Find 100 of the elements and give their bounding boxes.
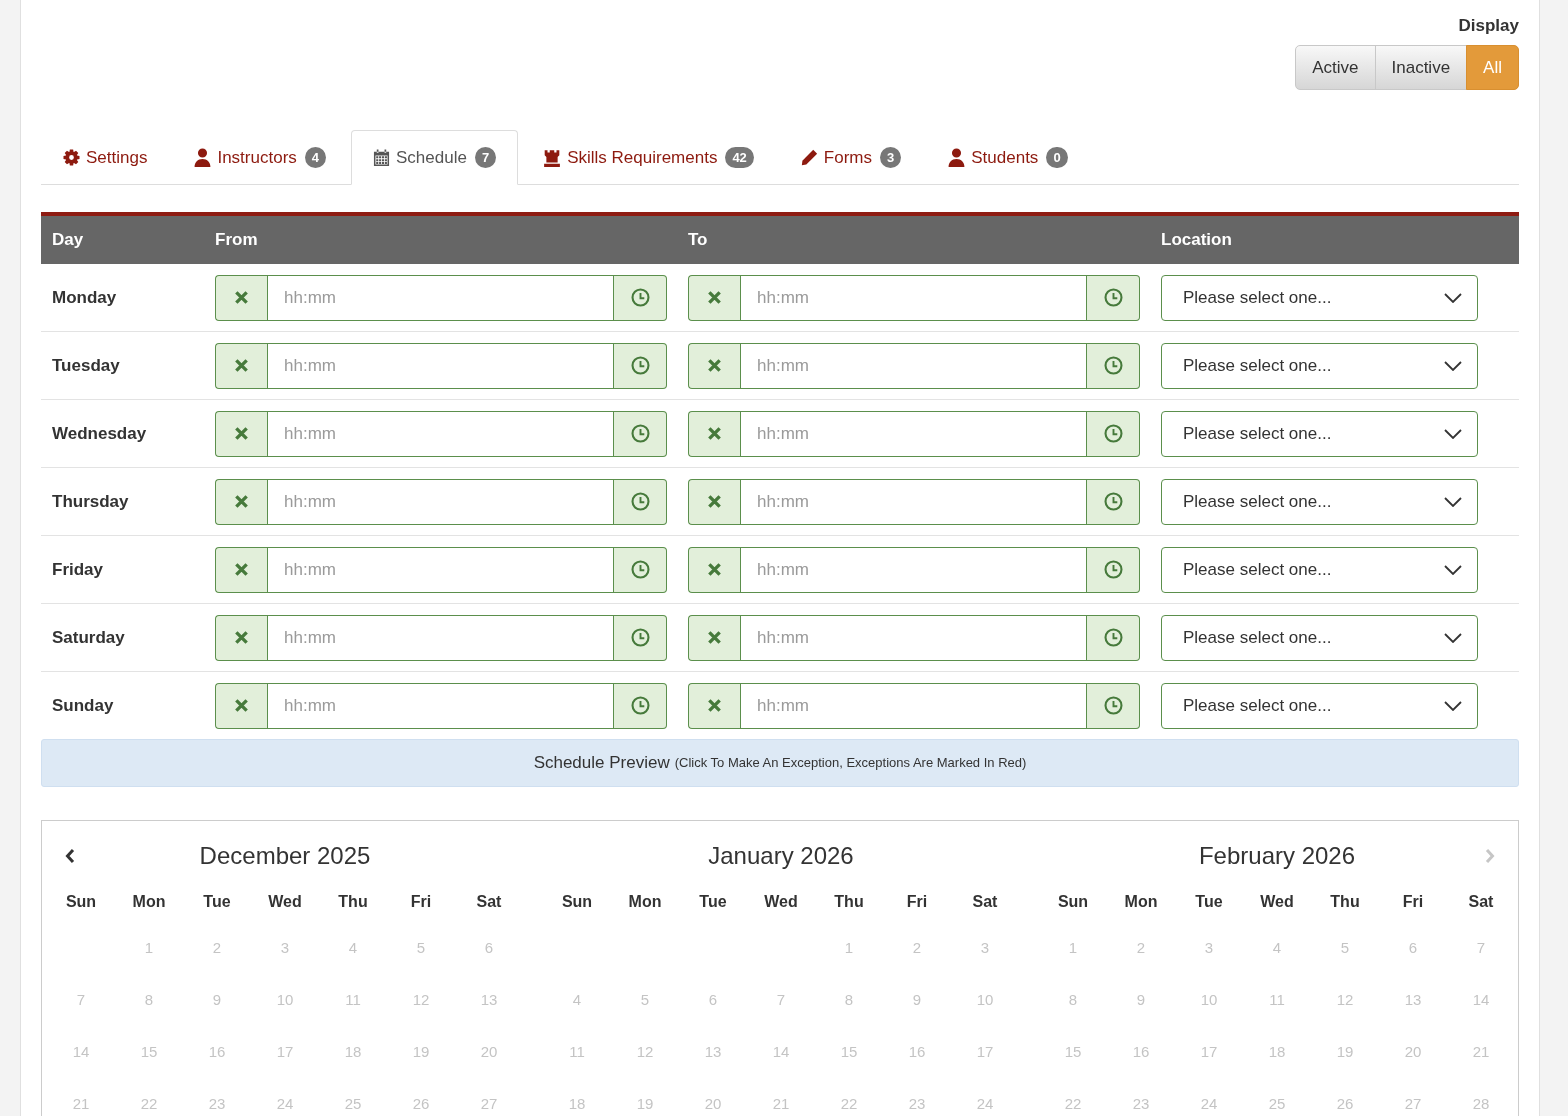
clock-button[interactable] bbox=[614, 478, 667, 525]
clock-button[interactable] bbox=[614, 342, 667, 389]
calendar-date[interactable]: 14 bbox=[72, 1040, 90, 1064]
calendar-date[interactable]: 15 bbox=[1064, 1040, 1082, 1064]
time-field[interactable]: hh:mm bbox=[267, 478, 614, 525]
time-field[interactable]: hh:mm bbox=[740, 342, 1087, 389]
calendar-date[interactable]: 8 bbox=[844, 988, 854, 1012]
clock-button[interactable] bbox=[1087, 410, 1140, 457]
calendar-date[interactable]: 13 bbox=[1404, 988, 1422, 1012]
calendar-date[interactable]: 11 bbox=[345, 988, 361, 1012]
tab[interactable]: Forms 3 bbox=[778, 130, 924, 185]
calendar-date[interactable]: 27 bbox=[480, 1092, 498, 1116]
calendar-date[interactable]: 24 bbox=[1200, 1092, 1218, 1116]
calendar-date[interactable]: 10 bbox=[276, 988, 294, 1012]
calendar-date[interactable]: 1 bbox=[144, 936, 154, 960]
time-field[interactable]: hh:mm bbox=[267, 614, 614, 661]
calendar-date[interactable]: 3 bbox=[1204, 936, 1214, 960]
time-field[interactable]: hh:mm bbox=[267, 342, 614, 389]
clear-button[interactable] bbox=[688, 478, 740, 525]
calendar-date[interactable]: 5 bbox=[416, 936, 426, 960]
previous-month-button[interactable] bbox=[63, 846, 77, 866]
clock-button[interactable] bbox=[1087, 342, 1140, 389]
calendar-date[interactable]: 15 bbox=[840, 1040, 858, 1064]
calendar-date[interactable]: 4 bbox=[348, 936, 358, 960]
calendar-date[interactable]: 21 bbox=[1472, 1040, 1490, 1064]
clear-button[interactable] bbox=[215, 274, 267, 321]
display-option[interactable]: Active bbox=[1295, 45, 1376, 90]
calendar-date[interactable]: 14 bbox=[772, 1040, 790, 1064]
calendar-date[interactable]: 20 bbox=[480, 1040, 498, 1064]
calendar-date[interactable]: 16 bbox=[208, 1040, 226, 1064]
calendar-date[interactable]: 9 bbox=[912, 988, 922, 1012]
clear-button[interactable] bbox=[688, 546, 740, 593]
time-field[interactable]: hh:mm bbox=[740, 682, 1087, 729]
time-field[interactable]: hh:mm bbox=[267, 410, 614, 457]
calendar-date[interactable]: 2 bbox=[912, 936, 922, 960]
clear-button[interactable] bbox=[215, 546, 267, 593]
time-field[interactable]: hh:mm bbox=[740, 478, 1087, 525]
calendar-date[interactable]: 16 bbox=[908, 1040, 926, 1064]
calendar-date[interactable]: 24 bbox=[976, 1092, 994, 1116]
calendar-date[interactable]: 18 bbox=[344, 1040, 362, 1064]
location-select[interactable]: Please select one... bbox=[1161, 410, 1478, 457]
calendar-date[interactable]: 6 bbox=[708, 988, 718, 1012]
tab[interactable]: Schedule 7 bbox=[351, 130, 519, 185]
calendar-date[interactable]: 8 bbox=[1068, 988, 1078, 1012]
clear-button[interactable] bbox=[215, 614, 267, 661]
calendar-date[interactable]: 18 bbox=[568, 1092, 586, 1116]
calendar-date[interactable]: 10 bbox=[1200, 988, 1218, 1012]
location-select[interactable]: Please select one... bbox=[1161, 614, 1478, 661]
calendar-date[interactable]: 19 bbox=[636, 1092, 654, 1116]
tab[interactable]: Students 0 bbox=[926, 130, 1090, 185]
calendar-date[interactable]: 17 bbox=[1200, 1040, 1218, 1064]
calendar-date[interactable]: 12 bbox=[412, 988, 430, 1012]
calendar-date[interactable]: 12 bbox=[636, 1040, 654, 1064]
display-option[interactable]: All bbox=[1466, 45, 1519, 90]
clock-button[interactable] bbox=[1087, 546, 1140, 593]
clock-button[interactable] bbox=[1087, 274, 1140, 321]
calendar-date[interactable]: 4 bbox=[572, 988, 582, 1012]
calendar-date[interactable]: 19 bbox=[1336, 1040, 1354, 1064]
calendar-date[interactable]: 12 bbox=[1336, 988, 1354, 1012]
calendar-date[interactable]: 25 bbox=[1268, 1092, 1286, 1116]
calendar-date[interactable]: 11 bbox=[1269, 988, 1285, 1012]
tab[interactable]: Instructors 4 bbox=[172, 130, 349, 185]
display-option[interactable]: Inactive bbox=[1374, 45, 1468, 90]
clock-button[interactable] bbox=[614, 274, 667, 321]
calendar-date[interactable]: 21 bbox=[772, 1092, 790, 1116]
calendar-date[interactable]: 17 bbox=[276, 1040, 294, 1064]
clear-button[interactable] bbox=[215, 478, 267, 525]
calendar-date[interactable]: 20 bbox=[1404, 1040, 1422, 1064]
time-field[interactable]: hh:mm bbox=[267, 274, 614, 321]
clear-button[interactable] bbox=[688, 410, 740, 457]
clock-button[interactable] bbox=[614, 546, 667, 593]
calendar-date[interactable]: 24 bbox=[276, 1092, 294, 1116]
calendar-date[interactable]: 20 bbox=[704, 1092, 722, 1116]
calendar-date[interactable]: 15 bbox=[140, 1040, 158, 1064]
clock-button[interactable] bbox=[614, 614, 667, 661]
calendar-date[interactable]: 18 bbox=[1268, 1040, 1286, 1064]
calendar-date[interactable]: 2 bbox=[212, 936, 222, 960]
clear-button[interactable] bbox=[688, 274, 740, 321]
calendar-date[interactable]: 23 bbox=[208, 1092, 226, 1116]
calendar-date[interactable]: 17 bbox=[976, 1040, 994, 1064]
calendar-date[interactable]: 19 bbox=[412, 1040, 430, 1064]
clear-button[interactable] bbox=[215, 342, 267, 389]
calendar-date[interactable]: 27 bbox=[1404, 1092, 1422, 1116]
calendar-date[interactable]: 2 bbox=[1136, 936, 1146, 960]
calendar-date[interactable]: 26 bbox=[1336, 1092, 1354, 1116]
calendar-date[interactable]: 5 bbox=[640, 988, 650, 1012]
clear-button[interactable] bbox=[215, 682, 267, 729]
calendar-date[interactable]: 23 bbox=[1132, 1092, 1150, 1116]
calendar-date[interactable]: 26 bbox=[412, 1092, 430, 1116]
calendar-date[interactable]: 1 bbox=[844, 936, 854, 960]
calendar-date[interactable]: 9 bbox=[212, 988, 222, 1012]
location-select[interactable]: Please select one... bbox=[1161, 546, 1478, 593]
tab[interactable]: Settings bbox=[41, 130, 170, 185]
calendar-date[interactable]: 9 bbox=[1136, 988, 1146, 1012]
clock-button[interactable] bbox=[1087, 478, 1140, 525]
clear-button[interactable] bbox=[688, 342, 740, 389]
location-select[interactable]: Please select one... bbox=[1161, 478, 1478, 525]
calendar-date[interactable]: 14 bbox=[1472, 988, 1490, 1012]
time-field[interactable]: hh:mm bbox=[740, 546, 1087, 593]
time-field[interactable]: hh:mm bbox=[267, 546, 614, 593]
